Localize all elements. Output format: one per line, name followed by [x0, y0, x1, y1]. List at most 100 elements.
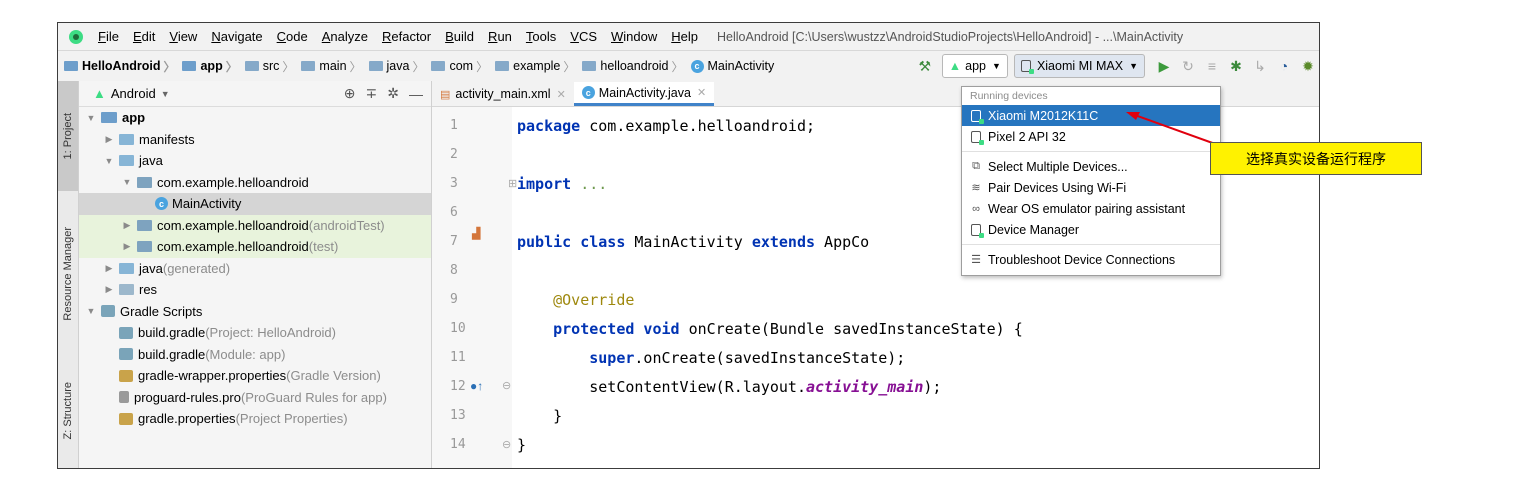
gear-icon[interactable]: ✲ — [387, 85, 399, 102]
close-icon[interactable]: ✕ — [557, 88, 566, 101]
breadcrumb-com[interactable]: com 〉 — [429, 58, 493, 75]
menu-analyze[interactable]: Analyze — [315, 29, 375, 44]
device-item-xiaomi[interactable]: Xiaomi M2012K11C — [962, 105, 1220, 126]
toolbar: ⚒ ▲ app ▼ Xiaomi MI MAX ▼ ▶ ↻ ≡ ✱ ↳ ◔ ✹ — [912, 54, 1319, 78]
line-number: 1 — [450, 118, 458, 133]
gradle-icon — [101, 305, 115, 318]
divider — [962, 151, 1220, 152]
code-line[interactable]: } — [517, 436, 526, 454]
wear-os-pairing-item[interactable]: ∞ Wear OS emulator pairing assistant — [962, 198, 1220, 219]
fold-icon[interactable]: ⊖ — [502, 379, 511, 392]
profile-icon[interactable]: ◔ — [1273, 55, 1295, 77]
menu-bar: File Edit View Navigate Code Analyze Ref… — [58, 23, 1319, 50]
code-line[interactable]: public class MainActivity extends AppCo — [517, 233, 869, 251]
run-icon[interactable]: ▶ — [1153, 55, 1175, 77]
breadcrumb-main[interactable]: main 〉 — [299, 58, 366, 75]
breadcrumb-app[interactable]: app 〉 — [180, 58, 242, 75]
tab-mainactivity-java[interactable]: c MainActivity.java ✕ — [573, 82, 715, 106]
tree-item[interactable]: gradle.properties (Project Properties) — [79, 408, 431, 430]
tree-item[interactable]: ▶ java (generated) — [79, 258, 431, 280]
navigation-bar: HelloAndroid 〉 app 〉 src 〉 main 〉 java 〉 com 〉… — [58, 50, 1319, 82]
close-icon[interactable]: ✕ — [697, 86, 706, 99]
device-item-pixel[interactable]: Pixel 2 API 32 — [962, 126, 1220, 147]
collapse-all-icon[interactable]: ∓ — [366, 85, 378, 102]
tree-expand-arrow-icon[interactable]: ▼ — [85, 306, 97, 316]
menu-refactor[interactable]: Refactor — [375, 29, 438, 44]
run-config-dropdown[interactable]: ▲ app ▼ — [941, 54, 1008, 78]
menu-vcs[interactable]: VCS — [563, 29, 604, 44]
code-line[interactable]: super.onCreate(savedInstanceState); — [517, 349, 905, 367]
breadcrumb-helloandroid[interactable]: helloandroid 〉 — [580, 58, 688, 75]
tree-expand-arrow-icon[interactable]: ▶ — [103, 284, 115, 295]
select-multiple-devices-item[interactable]: ⧉ Select Multiple Devices... — [962, 156, 1220, 177]
troubleshoot-item[interactable]: ☰ Troubleshoot Device Connections — [962, 249, 1220, 270]
minimize-icon[interactable]: — — [409, 86, 423, 102]
apply-code-changes-icon[interactable]: ≡ — [1201, 55, 1223, 77]
fold-icon[interactable]: ⊞ — [508, 177, 517, 190]
menu-tools[interactable]: Tools — [519, 29, 563, 44]
device-selector-dropdown[interactable]: Xiaomi MI MAX ▼ — [1013, 54, 1145, 78]
breadcrumb-project[interactable]: HelloAndroid 〉 — [58, 58, 180, 75]
menu-window[interactable]: Window — [604, 29, 664, 44]
menu-file[interactable]: File — [91, 29, 126, 44]
device-manager-item[interactable]: Device Manager — [962, 219, 1220, 240]
menu-code[interactable]: Code — [270, 29, 315, 44]
tab-structure[interactable]: Z: Structure — [58, 366, 78, 456]
module-icon — [101, 112, 117, 124]
code-line[interactable]: import ... — [517, 175, 607, 193]
breadcrumb-src[interactable]: src 〉 — [243, 58, 300, 75]
code-line[interactable]: } — [517, 407, 562, 425]
menu-help[interactable]: Help — [664, 29, 705, 44]
menu-run[interactable]: Run — [481, 29, 519, 44]
tree-expand-arrow-icon[interactable]: ▼ — [121, 177, 133, 187]
locate-icon[interactable]: ⊕ — [344, 85, 356, 102]
tree-item[interactable]: build.gradle (Module: app) — [79, 344, 431, 366]
menu-build[interactable]: Build — [438, 29, 481, 44]
menu-view[interactable]: View — [162, 29, 204, 44]
apply-changes-icon[interactable]: ↻ — [1177, 55, 1199, 77]
layout-file-gutter-icon[interactable]: ▟ — [472, 227, 480, 240]
fold-icon[interactable]: ⊖ — [502, 438, 511, 451]
tree-item[interactable]: ▶ com.example.helloandroid (test) — [79, 236, 431, 258]
tree-item-hint: (ProGuard Rules for app) — [240, 389, 387, 405]
code-line[interactable]: package com.example.helloandroid; — [517, 117, 815, 135]
line-number: 14 — [450, 437, 466, 452]
breadcrumb-example[interactable]: example 〉 — [493, 58, 580, 75]
tree-item[interactable]: gradle-wrapper.properties (Gradle Versio… — [79, 365, 431, 387]
tab-resource-manager[interactable]: Resource Manager — [58, 201, 78, 346]
code-line[interactable]: @Override — [517, 291, 634, 309]
tab-activity-main-xml[interactable]: ▤ activity_main.xml ✕ — [432, 82, 574, 106]
tab-project[interactable]: 1: Project — [58, 81, 78, 191]
tree-item[interactable]: proguard-rules.pro (ProGuard Rules for a… — [79, 387, 431, 409]
hammer-build-icon[interactable]: ⚒ — [914, 55, 936, 77]
tree-expand-arrow-icon[interactable]: ▶ — [121, 241, 133, 252]
tree-item[interactable]: ▶ com.example.helloandroid (androidTest) — [79, 214, 431, 236]
attach-debugger-icon[interactable]: ↳ — [1249, 55, 1271, 77]
code-line[interactable]: setContentView(R.layout.activity_main); — [517, 378, 941, 396]
menu-navigate[interactable]: Navigate — [204, 29, 269, 44]
tree-item[interactable]: ▼ Gradle Scripts — [79, 301, 431, 323]
project-view-selector[interactable]: Android — [111, 86, 156, 101]
debug-icon[interactable]: ✱ — [1225, 55, 1247, 77]
tree-item[interactable]: ▶ manifests — [79, 129, 431, 151]
pair-devices-wifi-item[interactable]: ≋ Pair Devices Using Wi-Fi — [962, 177, 1220, 198]
override-gutter-icon[interactable]: ●↑ — [470, 379, 483, 393]
tree-expand-arrow-icon[interactable]: ▼ — [103, 156, 115, 166]
tree-expand-arrow-icon[interactable]: ▶ — [121, 220, 133, 231]
breadcrumb-label: app — [200, 59, 223, 73]
tree-expand-arrow-icon[interactable]: ▶ — [103, 134, 115, 145]
tree-expand-arrow-icon[interactable]: ▶ — [103, 263, 115, 274]
breadcrumb-java[interactable]: java 〉 — [367, 58, 430, 75]
menu-edit[interactable]: Edit — [126, 29, 162, 44]
chevron-down-icon[interactable]: ▼ — [161, 89, 170, 99]
tree-item[interactable]: ▼ com.example.helloandroid — [79, 172, 431, 194]
tree-expand-arrow-icon[interactable]: ▼ — [85, 113, 97, 123]
code-line[interactable]: protected void onCreate(Bundle savedInst… — [517, 320, 1023, 338]
tree-item[interactable]: c MainActivity — [79, 193, 431, 215]
tree-item[interactable]: ▼ app — [79, 107, 431, 129]
sync-project-icon[interactable]: ✹ — [1297, 55, 1319, 77]
tree-item[interactable]: ▶ res — [79, 279, 431, 301]
tree-item[interactable]: ▼ java — [79, 150, 431, 172]
tree-item[interactable]: build.gradle (Project: HelloAndroid) — [79, 322, 431, 344]
breadcrumb-mainactivity[interactable]: c MainActivity — [689, 59, 777, 73]
